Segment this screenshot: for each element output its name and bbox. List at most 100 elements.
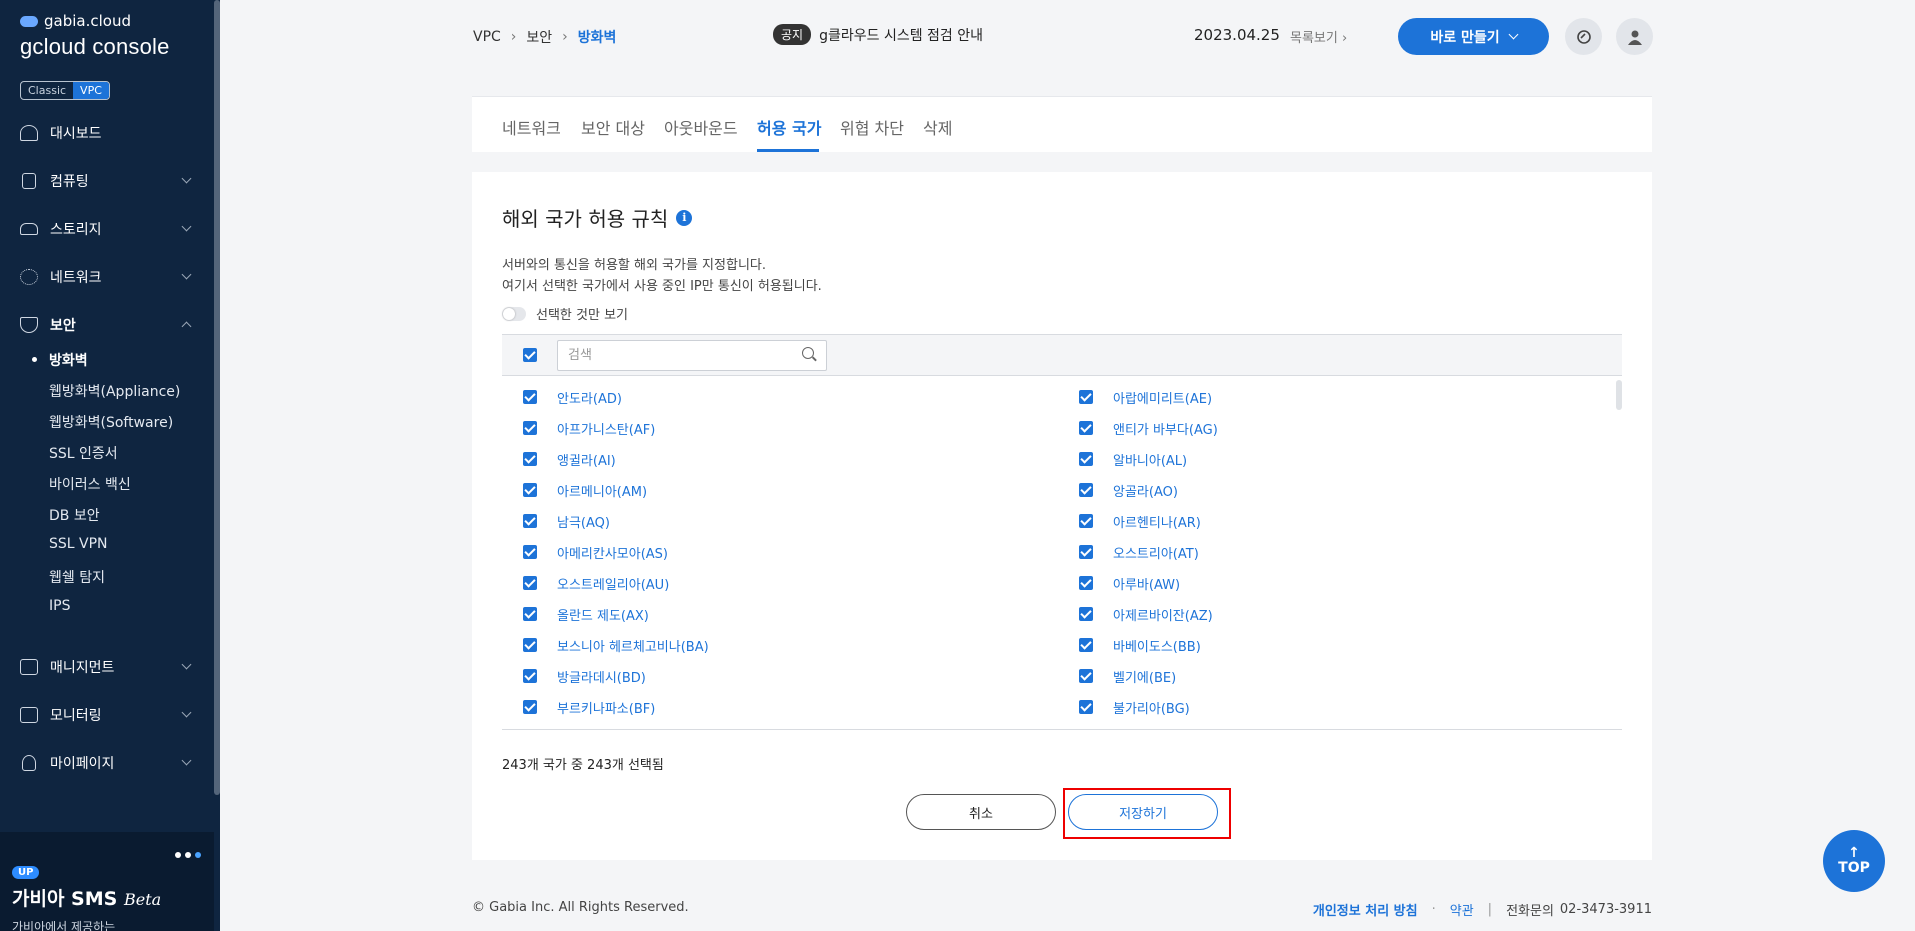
breadcrumb-vpc[interactable]: VPC bbox=[473, 29, 501, 45]
sidebar-item-storage[interactable]: 스토리지 bbox=[0, 209, 214, 249]
country-checkbox[interactable] bbox=[1079, 390, 1093, 404]
sidebar-item-mypage[interactable]: 마이페이지 bbox=[0, 743, 214, 783]
notice-text[interactable]: g클라우드 시스템 점검 안내 bbox=[819, 25, 983, 45]
breadcrumb-security[interactable]: 보안 bbox=[526, 27, 552, 47]
tab-threat-block[interactable]: 위협 차단 bbox=[840, 115, 904, 139]
country-label[interactable]: 오스트레일리아(AU) bbox=[557, 574, 669, 593]
banner-pager[interactable] bbox=[175, 852, 201, 858]
account-button[interactable] bbox=[1616, 18, 1653, 55]
sidebar: gabia.cloud gcloud console Classic VPC 대… bbox=[0, 0, 220, 931]
country-checkbox[interactable] bbox=[1079, 452, 1093, 466]
country-label[interactable]: 보스니아 헤르체고비나(BA) bbox=[557, 636, 709, 655]
brand-title: gcloud console bbox=[20, 34, 170, 59]
country-checkbox[interactable] bbox=[1079, 483, 1093, 497]
sidebar-item-management[interactable]: 매니지먼트 bbox=[0, 647, 214, 687]
country-checkbox[interactable] bbox=[1079, 669, 1093, 683]
notice-bar[interactable]: 공지 g클라우드 시스템 점검 안내 bbox=[773, 24, 983, 45]
sidebar-item-dashboard[interactable]: 대시보드 bbox=[0, 113, 214, 153]
country-label[interactable]: 아르헨티나(AR) bbox=[1113, 512, 1201, 531]
list-scrollbar[interactable] bbox=[1616, 380, 1622, 410]
mode-classic-button[interactable]: Classic bbox=[21, 82, 73, 99]
country-label[interactable]: 불가리아(BG) bbox=[1113, 698, 1190, 717]
submenu-db-security[interactable]: DB 보안 bbox=[49, 505, 100, 525]
country-label[interactable]: 앙골라(AO) bbox=[1113, 481, 1178, 500]
country-label[interactable]: 앤티가 바부다(AG) bbox=[1113, 419, 1218, 438]
country-label[interactable]: 아제르바이잔(AZ) bbox=[1113, 605, 1213, 624]
tab-network[interactable]: 네트워크 bbox=[502, 115, 561, 139]
submenu-antivirus[interactable]: 바이러스 백신 bbox=[49, 474, 131, 494]
country-label[interactable]: 아프가니스탄(AF) bbox=[557, 419, 655, 438]
country-label[interactable]: 아루바(AW) bbox=[1113, 574, 1180, 593]
country-label[interactable]: 벨기에(BE) bbox=[1113, 667, 1176, 686]
tab-delete[interactable]: 삭제 bbox=[923, 115, 952, 139]
tab-outbound[interactable]: 아웃바운드 bbox=[664, 115, 738, 139]
country-checkbox[interactable] bbox=[523, 545, 537, 559]
country-label[interactable]: 아메리칸사모아(AS) bbox=[557, 543, 668, 562]
country-checkbox[interactable] bbox=[1079, 545, 1093, 559]
country-checkbox[interactable] bbox=[523, 576, 537, 590]
country-label[interactable]: 부르키나파소(BF) bbox=[557, 698, 655, 717]
notice-list-link[interactable]: 목록보기 › bbox=[1290, 27, 1347, 46]
country-label[interactable]: 알바니아(AL) bbox=[1113, 450, 1187, 469]
cancel-button[interactable]: 취소 bbox=[906, 794, 1056, 830]
country-checkbox[interactable] bbox=[523, 483, 537, 497]
country-checkbox[interactable] bbox=[1079, 514, 1093, 528]
search-icon[interactable] bbox=[802, 347, 814, 359]
terms-link[interactable]: 약관 bbox=[1450, 900, 1474, 919]
country-checkbox[interactable] bbox=[523, 607, 537, 621]
save-button-highlight bbox=[1063, 788, 1231, 839]
country-label[interactable]: 안도라(AD) bbox=[557, 388, 622, 407]
country-checkbox[interactable] bbox=[523, 514, 537, 528]
sidebar-item-computing[interactable]: 컴퓨팅 bbox=[0, 161, 214, 201]
country-label[interactable]: 바베이도스(BB) bbox=[1113, 636, 1201, 655]
country-label[interactable]: 남극(AQ) bbox=[557, 512, 610, 531]
country-checkbox[interactable] bbox=[1079, 421, 1093, 435]
chevron-down-icon bbox=[181, 755, 192, 766]
sidebar-item-network[interactable]: 네트워크 bbox=[0, 257, 214, 297]
submenu-ips[interactable]: IPS bbox=[49, 598, 70, 614]
country-checkbox[interactable] bbox=[523, 452, 537, 466]
submenu-waf-software[interactable]: 웹방화벽(Software) bbox=[49, 412, 173, 432]
scroll-top-button[interactable]: ↑ TOP bbox=[1823, 830, 1885, 892]
country-checkbox[interactable] bbox=[523, 669, 537, 683]
tab-security-target[interactable]: 보안 대상 bbox=[581, 115, 645, 139]
country-label[interactable]: 방글라데시(BD) bbox=[557, 667, 646, 686]
info-icon[interactable]: i bbox=[676, 209, 693, 226]
country-checkbox[interactable] bbox=[523, 421, 537, 435]
sidebar-scrollbar[interactable] bbox=[214, 0, 220, 795]
country-checkbox[interactable] bbox=[523, 700, 537, 714]
submenu-firewall[interactable]: 방화벽 bbox=[49, 350, 88, 370]
select-all-checkbox[interactable] bbox=[523, 348, 537, 362]
country-checkbox[interactable] bbox=[523, 390, 537, 404]
country-label[interactable]: 앵귈라(AI) bbox=[557, 450, 616, 469]
mode-vpc-button[interactable]: VPC bbox=[73, 82, 109, 99]
country-label[interactable]: 올란드 제도(AX) bbox=[557, 605, 649, 624]
quick-create-button[interactable]: 바로 만들기 bbox=[1398, 18, 1549, 55]
sidebar-item-security[interactable]: 보안 bbox=[0, 305, 214, 345]
chat-button[interactable] bbox=[1565, 18, 1602, 55]
submenu-waf-appliance[interactable]: 웹방화벽(Appliance) bbox=[49, 381, 180, 401]
promo-banner[interactable] bbox=[0, 832, 214, 931]
show-selected-toggle[interactable]: 선택한 것만 보기 bbox=[502, 304, 628, 323]
country-checkbox[interactable] bbox=[1079, 638, 1093, 652]
description-line-1: 서버와의 통신을 허용할 해외 국가를 지정합니다. bbox=[502, 258, 766, 273]
sidebar-item-monitoring[interactable]: 모니터링 bbox=[0, 695, 214, 735]
computing-icon bbox=[22, 173, 36, 189]
toggle-label: 선택한 것만 보기 bbox=[536, 308, 628, 323]
country-label[interactable]: 아랍에미리트(AE) bbox=[1113, 388, 1212, 407]
toggle-switch[interactable] bbox=[502, 306, 526, 321]
tab-allowed-countries[interactable]: 허용 국가 bbox=[757, 115, 821, 139]
country-label[interactable]: 오스트리아(AT) bbox=[1113, 543, 1199, 562]
submenu-ssl-vpn[interactable]: SSL VPN bbox=[49, 536, 108, 552]
privacy-policy-link[interactable]: 개인정보 처리 방침 bbox=[1313, 900, 1418, 919]
cloud-icon bbox=[20, 15, 38, 27]
country-label[interactable]: 아르메니아(AM) bbox=[557, 481, 647, 500]
brand-logo[interactable]: gabia.cloud bbox=[20, 12, 131, 30]
country-search-input[interactable] bbox=[557, 340, 827, 371]
country-checkbox[interactable] bbox=[1079, 607, 1093, 621]
country-checkbox[interactable] bbox=[523, 638, 537, 652]
submenu-webshell-detection[interactable]: 웹쉘 탐지 bbox=[49, 567, 105, 587]
country-checkbox[interactable] bbox=[1079, 700, 1093, 714]
country-checkbox[interactable] bbox=[1079, 576, 1093, 590]
submenu-ssl-certificate[interactable]: SSL 인증서 bbox=[49, 443, 118, 463]
